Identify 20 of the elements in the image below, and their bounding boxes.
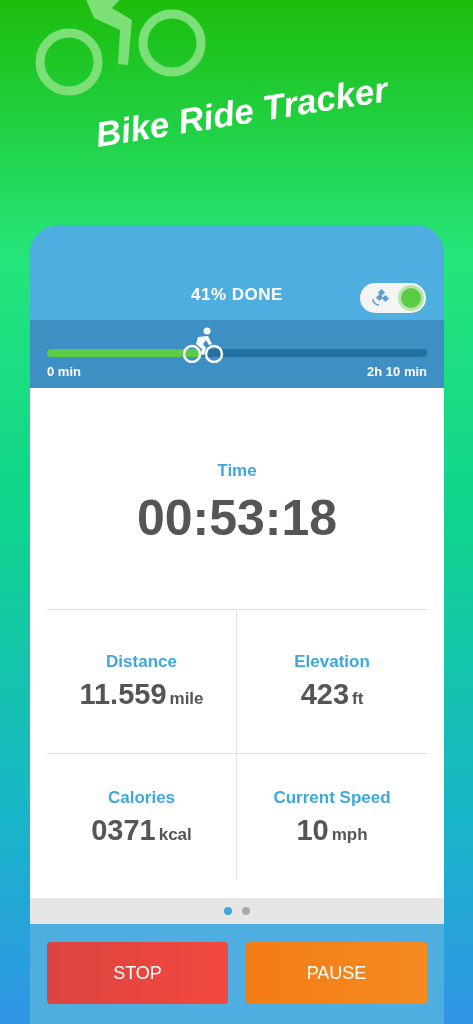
stat-value: 0371 bbox=[91, 813, 156, 847]
stat-value: 11.559 bbox=[79, 678, 167, 711]
pause-button[interactable]: PAUSE bbox=[246, 942, 427, 1004]
stat-unit: mile bbox=[169, 689, 204, 709]
app-title: Bike Ride Tracker bbox=[92, 69, 391, 155]
time-value: 00:53:18 bbox=[136, 488, 338, 547]
stat-label: Calories bbox=[107, 787, 176, 808]
stat-unit: mph bbox=[331, 824, 368, 845]
stat-unit: ft bbox=[352, 689, 364, 709]
time-label: Time bbox=[217, 460, 257, 481]
stat-label: Current Speed bbox=[273, 787, 391, 808]
stat-label: Elevation bbox=[294, 652, 370, 672]
stop-button[interactable]: STOP bbox=[47, 942, 228, 1004]
stat-label: Distance bbox=[106, 652, 177, 672]
stat-unit: kcal bbox=[158, 824, 192, 845]
start-label: 0 min bbox=[47, 364, 81, 379]
stat-value: 423 bbox=[300, 678, 350, 711]
progress-percent: 41% DONE bbox=[191, 285, 283, 305]
end-label: 2h 10 min bbox=[367, 364, 427, 379]
stat-value: 10 bbox=[296, 813, 329, 847]
